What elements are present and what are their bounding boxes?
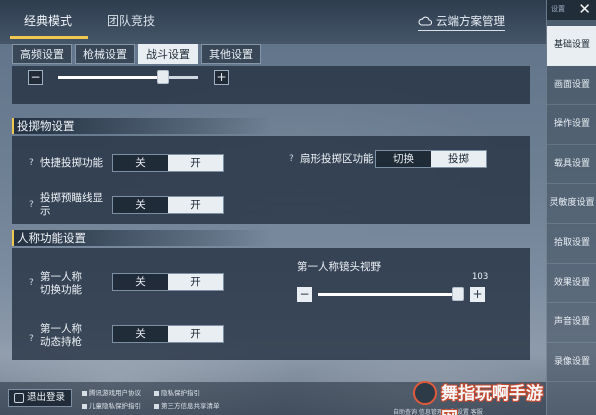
trajectory-label-line1: 投掷预瞄线显 [40,192,103,204]
help-icon-fan-throw[interactable]: ? [289,154,294,164]
sidebar-item-pickup[interactable]: 拾取设置 [547,224,596,264]
first-switch-on-option[interactable]: 开 [168,274,223,290]
trajectory-label: 投掷预瞄线显 示 [40,192,103,218]
sidebar-item-replay[interactable]: 录像设置 [547,343,596,383]
first-switch-off-option[interactable]: 关 [113,274,168,290]
trajectory-on-option[interactable]: 开 [168,197,223,213]
top-slider-plus-button[interactable]: + [214,70,229,85]
tab-classic-mode[interactable]: 经典模式 [24,12,72,29]
top-slider-thumb[interactable] [157,70,169,84]
first-dynamic-label-line1: 第一人称 [40,323,82,335]
fan-throw-label: 扇形投掷区功能 [300,153,374,165]
link-privacy-guide[interactable]: 隐私保护指引 [154,387,200,397]
subtab-other[interactable]: 其他设置 [201,44,261,64]
link-third-party-sharing[interactable]: 第三方信息共享清单 [154,400,220,410]
top-slider-track[interactable] [58,76,198,79]
top-slider-minus-button[interactable]: − [28,70,43,85]
trajectory-label-line2: 示 [40,205,51,217]
subtab-high-frequency[interactable]: 高频设置 [12,44,72,64]
first-dynamic-label-line2: 动态持枪 [40,336,82,348]
sidebar-hint: 设置 [551,5,565,13]
first-switch-label: 第一人称 切换功能 [40,271,82,297]
tab-team-deathmatch[interactable]: 团队竞技 [107,12,155,29]
first-switch-label-line2: 切换功能 [40,284,82,296]
link-child-privacy[interactable]: 儿童隐私保护指引 [82,400,141,410]
first-switch-toggle: 关 开 [112,273,224,291]
first-dynamic-label: 第一人称 动态持枪 [40,323,82,349]
quick-throw-on-option[interactable]: 开 [168,155,223,171]
help-icon-trajectory[interactable]: ? [29,200,34,210]
top-slider-fill [58,76,163,79]
person-settings-panel [12,248,530,360]
sidebar-item-sound[interactable]: 声音设置 [547,303,596,343]
slider-panel-top [12,66,530,104]
sidebar-header: 设置 ✕ [547,0,596,20]
subtab-combat[interactable]: 战斗设置 [138,44,198,64]
sub-tab-bar: 高频设置 枪械设置 战斗设置 其他设置 [12,44,261,64]
sidebar-item-effects[interactable]: 效果设置 [547,264,596,304]
settings-sidebar: 设置 ✕ 基础设置 画面设置 操作设置 载具设置 灵敏度设置 拾取设置 效果设置… [546,0,596,415]
cloud-plan-manage-link[interactable]: 云端方案管理 [418,13,505,31]
link-underline [418,30,505,31]
section-header-throw: 投掷物设置 [12,118,272,134]
first-dynamic-on-option[interactable]: 开 [168,326,223,342]
sidebar-item-graphics[interactable]: 画面设置 [547,66,596,106]
fov-slider-thumb[interactable] [452,287,464,301]
fov-label: 第一人称镜头视野 [297,261,381,273]
fov-value: 103 [472,272,489,282]
fov-plus-button[interactable]: + [470,287,485,302]
cloud-icon [418,16,432,26]
first-dynamic-toggle: 关 开 [112,325,224,343]
quick-throw-label: 快捷投掷功能 [40,157,103,169]
help-icon-quick-throw[interactable]: ? [29,158,34,168]
fov-slider-track[interactable] [318,293,463,296]
quick-throw-off-option[interactable]: 关 [113,155,168,171]
sidebar-item-vehicle[interactable]: 载具设置 [547,145,596,185]
trajectory-toggle: 关 开 [112,196,224,214]
fov-minus-button[interactable]: − [297,287,312,302]
cloud-plan-manage-label: 云端方案管理 [436,14,505,28]
quick-throw-toggle: 关 开 [112,154,224,172]
logout-button[interactable]: 退出登录 [8,389,72,407]
fan-throw-throw-option[interactable]: 投掷 [431,151,486,167]
sidebar-item-basic[interactable]: 基础设置 [547,26,596,66]
section-header-person: 人称功能设置 [12,230,272,246]
sidebar-item-sensitivity[interactable]: 灵敏度设置 [547,184,596,224]
fov-slider-fill [318,293,463,296]
trajectory-off-option[interactable]: 关 [113,197,168,213]
sidebar-item-controls[interactable]: 操作设置 [547,105,596,145]
first-switch-label-line1: 第一人称 [40,271,82,283]
watermark-logo-icon [413,381,437,405]
help-icon-first-switch[interactable]: ? [29,278,34,288]
link-user-agreement[interactable]: 腾讯游戏用户协议 [82,387,141,397]
active-tab-indicator [10,36,88,39]
help-icon-first-dynamic[interactable]: ? [29,334,34,344]
logout-icon [14,393,24,403]
site-watermark: 舞指玩啊手游网 [413,377,553,415]
close-icon[interactable]: ✕ [578,0,591,18]
watermark-text: 舞指玩啊手游网 [441,384,543,415]
fan-throw-switch-option[interactable]: 切换 [376,151,431,167]
first-dynamic-off-option[interactable]: 关 [113,326,168,342]
logout-label: 退出登录 [27,392,66,403]
subtab-weapon[interactable]: 枪械设置 [75,44,135,64]
fan-throw-toggle: 切换 投掷 [375,150,487,168]
